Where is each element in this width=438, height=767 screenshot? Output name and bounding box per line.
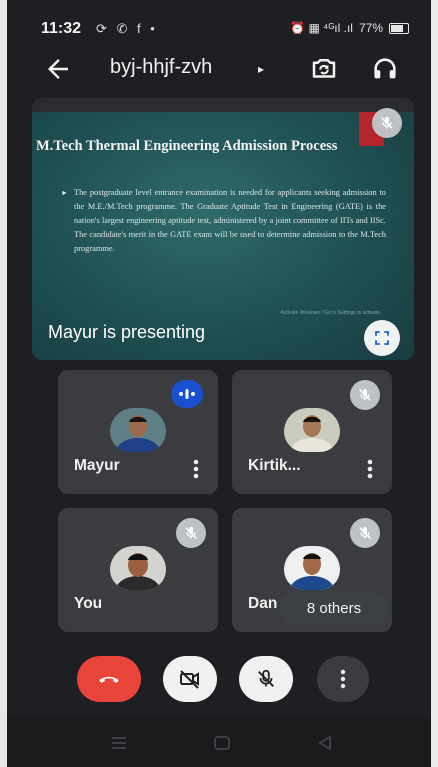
participant-name: Kirtik...: [248, 457, 301, 474]
mic-toggle-button[interactable]: [239, 656, 293, 702]
audio-output-icon[interactable]: [371, 54, 399, 84]
avatar: [284, 408, 340, 452]
mic-off-icon: [350, 518, 380, 548]
meeting-top-bar: byj-hhjf-zvh ▸: [7, 52, 431, 92]
mic-off-icon: [350, 380, 380, 410]
status-bar: 11:32 ⟳ ✆ f • ⏰ ▦ ⁴ᴳıl .ıl 77%: [7, 0, 431, 50]
battery-icon: [389, 22, 409, 34]
participant-name: You: [74, 595, 103, 612]
home-icon[interactable]: [213, 735, 231, 751]
avatar: [110, 546, 166, 590]
presentation-tile[interactable]: M.Tech Thermal Engineering Admission Pro…: [32, 98, 414, 360]
back-nav-icon[interactable]: [317, 735, 333, 751]
status-right: ⏰ ▦ ⁴ᴳıl .ıl 77%: [290, 21, 409, 35]
avatar: [284, 546, 340, 590]
system-nav-bar: [7, 718, 431, 767]
notification-icons: ⟳ ✆ f •: [96, 21, 158, 36]
back-arrow-icon[interactable]: [43, 54, 73, 84]
others-count-pill[interactable]: 8 others: [279, 592, 389, 624]
mic-off-icon: [372, 108, 402, 138]
phone-screen: 11:32 ⟳ ✆ f • ⏰ ▦ ⁴ᴳıl .ıl 77% byj-hhjf-…: [7, 0, 431, 767]
camera-toggle-button[interactable]: [163, 656, 217, 702]
slide-watermark: Activate Windows / Go to Settings to act…: [280, 310, 381, 316]
more-options-button[interactable]: [317, 656, 369, 702]
more-vert-icon: [340, 669, 346, 689]
meeting-info-caret-icon[interactable]: ▸: [258, 62, 264, 76]
signal-icons: ⏰ ▦ ⁴ᴳıl .ıl: [290, 21, 353, 35]
more-options-icon[interactable]: [192, 458, 200, 480]
camera-off-icon: [180, 670, 199, 689]
avatar: [110, 408, 166, 452]
fullscreen-icon: [375, 331, 389, 345]
meeting-code[interactable]: byj-hhjf-zvh: [110, 56, 212, 79]
participant-tile-you[interactable]: You: [58, 508, 218, 632]
participant-name: Mayur: [74, 457, 120, 474]
recent-apps-icon[interactable]: [110, 735, 128, 751]
participant-name: Dan: [248, 595, 278, 612]
fullscreen-button[interactable]: [364, 320, 400, 356]
participant-tile-mayur[interactable]: Mayur: [58, 370, 218, 494]
hang-up-icon: [99, 676, 119, 683]
participant-tile-kirtik[interactable]: Kirtik...: [232, 370, 392, 494]
mic-off-icon: [176, 518, 206, 548]
mic-off-icon: [258, 669, 274, 687]
slide-title: M.Tech Thermal Engineering Admission Pro…: [36, 138, 338, 154]
speaking-indicator-icon: [171, 380, 203, 408]
switch-camera-icon[interactable]: [309, 54, 339, 84]
more-options-icon[interactable]: [366, 458, 374, 480]
battery-percent: 77%: [358, 21, 383, 35]
status-time: 11:32: [41, 20, 82, 37]
presenting-label: Mayur is presenting: [48, 322, 206, 342]
slide-body: The postgraduate level entrance examinat…: [61, 186, 386, 256]
end-call-button[interactable]: [77, 656, 141, 702]
